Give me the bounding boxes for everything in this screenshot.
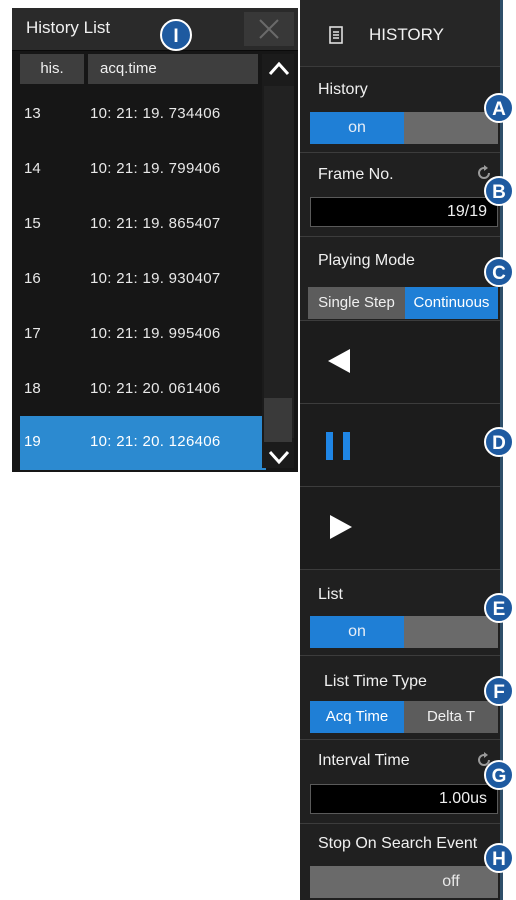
stop-on-search-off-option[interactable]: off: [404, 866, 498, 898]
table-row[interactable]: 16 10: 21: 19. 930407: [20, 253, 266, 308]
scroll-thumb[interactable]: [264, 398, 292, 442]
row-time: 10: 21: 19. 865407: [90, 215, 221, 232]
document-icon: [329, 26, 343, 44]
list-on-option[interactable]: on: [310, 616, 404, 648]
history-list-window: History List his. acq.time 13 10: 21: 19…: [12, 8, 298, 472]
history-on-option[interactable]: on: [310, 112, 404, 144]
play-forward-button[interactable]: [300, 487, 502, 570]
play-backward-button[interactable]: [300, 321, 502, 404]
frame-no-label: Frame No.: [318, 166, 394, 183]
frame-no-value: 19/19: [446, 203, 487, 220]
callout-badge-f: F: [484, 676, 514, 706]
play-backward-icon: [328, 349, 350, 373]
play-forward-icon: [330, 515, 352, 539]
acq-time-option[interactable]: Acq Time: [310, 701, 404, 733]
chevron-down-icon: [268, 450, 290, 465]
row-time: 10: 21: 19. 995406: [90, 325, 221, 342]
row-index: 19: [24, 433, 41, 450]
playing-mode-label: Playing Mode: [318, 252, 415, 269]
scroll-down-button[interactable]: [264, 442, 294, 472]
pause-icon: [326, 432, 350, 460]
stop-on-search-label: Stop On Search Event: [318, 835, 478, 852]
pause-button[interactable]: [300, 404, 502, 487]
row-time: 10: 21: 20. 126406: [90, 433, 221, 450]
history-off-option[interactable]: [404, 112, 498, 144]
history-list-title: History List: [26, 18, 111, 37]
table-row-selected[interactable]: 19 10: 21: 20. 126406: [20, 416, 266, 470]
row-index: 13: [24, 105, 41, 122]
playing-mode-section: Playing Mode Single Step Continuous: [300, 237, 502, 321]
callout-badge-d: D: [484, 427, 514, 457]
callout-badge-g: G: [484, 760, 514, 790]
list-off-option[interactable]: [404, 616, 498, 648]
interval-time-label: Interval Time: [318, 752, 410, 769]
row-index: 16: [24, 270, 41, 287]
list-time-type-label: List Time Type: [324, 673, 427, 690]
table-row[interactable]: 13 10: 21: 19. 734406: [20, 88, 266, 143]
list-section: List on: [300, 570, 502, 656]
callout-badge-b: B: [484, 176, 514, 206]
history-toggle[interactable]: on: [310, 112, 498, 144]
callout-badge-a: A: [484, 93, 514, 123]
menu-title: HISTORY: [369, 25, 444, 44]
continuous-option[interactable]: Continuous: [405, 287, 498, 319]
row-index: 15: [24, 215, 41, 232]
callout-badge-i: I: [160, 19, 192, 51]
callout-badge-h: H: [484, 843, 514, 873]
interval-time-field[interactable]: 1.00us: [310, 784, 498, 814]
list-time-type-section: List Time Type Acq Time Delta T: [300, 656, 502, 740]
row-time: 10: 21: 20. 061406: [90, 380, 221, 397]
table-row[interactable]: 14 10: 21: 19. 799406: [20, 143, 266, 198]
list-label: List: [318, 586, 343, 603]
menu-header: HISTORY: [300, 0, 502, 67]
column-header-his: his.: [20, 54, 84, 84]
close-button[interactable]: [244, 12, 294, 46]
history-section: History on: [300, 67, 502, 153]
row-time: 10: 21: 19. 734406: [90, 105, 221, 122]
list-toggle[interactable]: on: [310, 616, 498, 648]
table-row[interactable]: 17 10: 21: 19. 995406: [20, 308, 266, 363]
frame-no-section: Frame No. 19/19: [300, 153, 502, 237]
interval-time-value: 1.00us: [438, 790, 487, 807]
list-time-type-selector[interactable]: Acq Time Delta T: [310, 701, 498, 733]
history-list-titlebar: History List: [12, 8, 298, 51]
close-icon: [259, 19, 279, 39]
stop-on-search-toggle[interactable]: off: [310, 866, 498, 898]
callout-badge-e: E: [484, 593, 514, 623]
row-index: 18: [24, 380, 41, 397]
row-index: 14: [24, 160, 41, 177]
history-list-scrollbar[interactable]: [262, 54, 294, 468]
chevron-up-icon: [268, 61, 290, 76]
column-header-acq-time: acq.time: [88, 54, 258, 84]
row-index: 17: [24, 325, 41, 342]
frame-no-field[interactable]: 19/19: [310, 197, 498, 227]
callout-badge-c: C: [484, 257, 514, 287]
row-time: 10: 21: 19. 930407: [90, 270, 221, 287]
history-label: History: [318, 81, 368, 98]
delta-t-option[interactable]: Delta T: [404, 701, 498, 733]
stop-on-search-on-option[interactable]: [310, 866, 404, 898]
scroll-up-button[interactable]: [264, 54, 294, 84]
single-step-option[interactable]: Single Step: [308, 287, 405, 319]
stop-on-search-section: Stop On Search Event off: [300, 824, 502, 900]
scroll-track[interactable]: [264, 86, 294, 438]
playing-mode-selector[interactable]: Single Step Continuous: [308, 287, 498, 319]
table-row[interactable]: 18 10: 21: 20. 061406: [20, 363, 266, 418]
interval-time-section: Interval Time 1.00us: [300, 740, 502, 824]
table-row[interactable]: 15 10: 21: 19. 865407: [20, 198, 266, 253]
history-menu-panel: HISTORY History on Frame No. 19/19 Playi…: [300, 0, 502, 900]
row-time: 10: 21: 19. 799406: [90, 160, 221, 177]
